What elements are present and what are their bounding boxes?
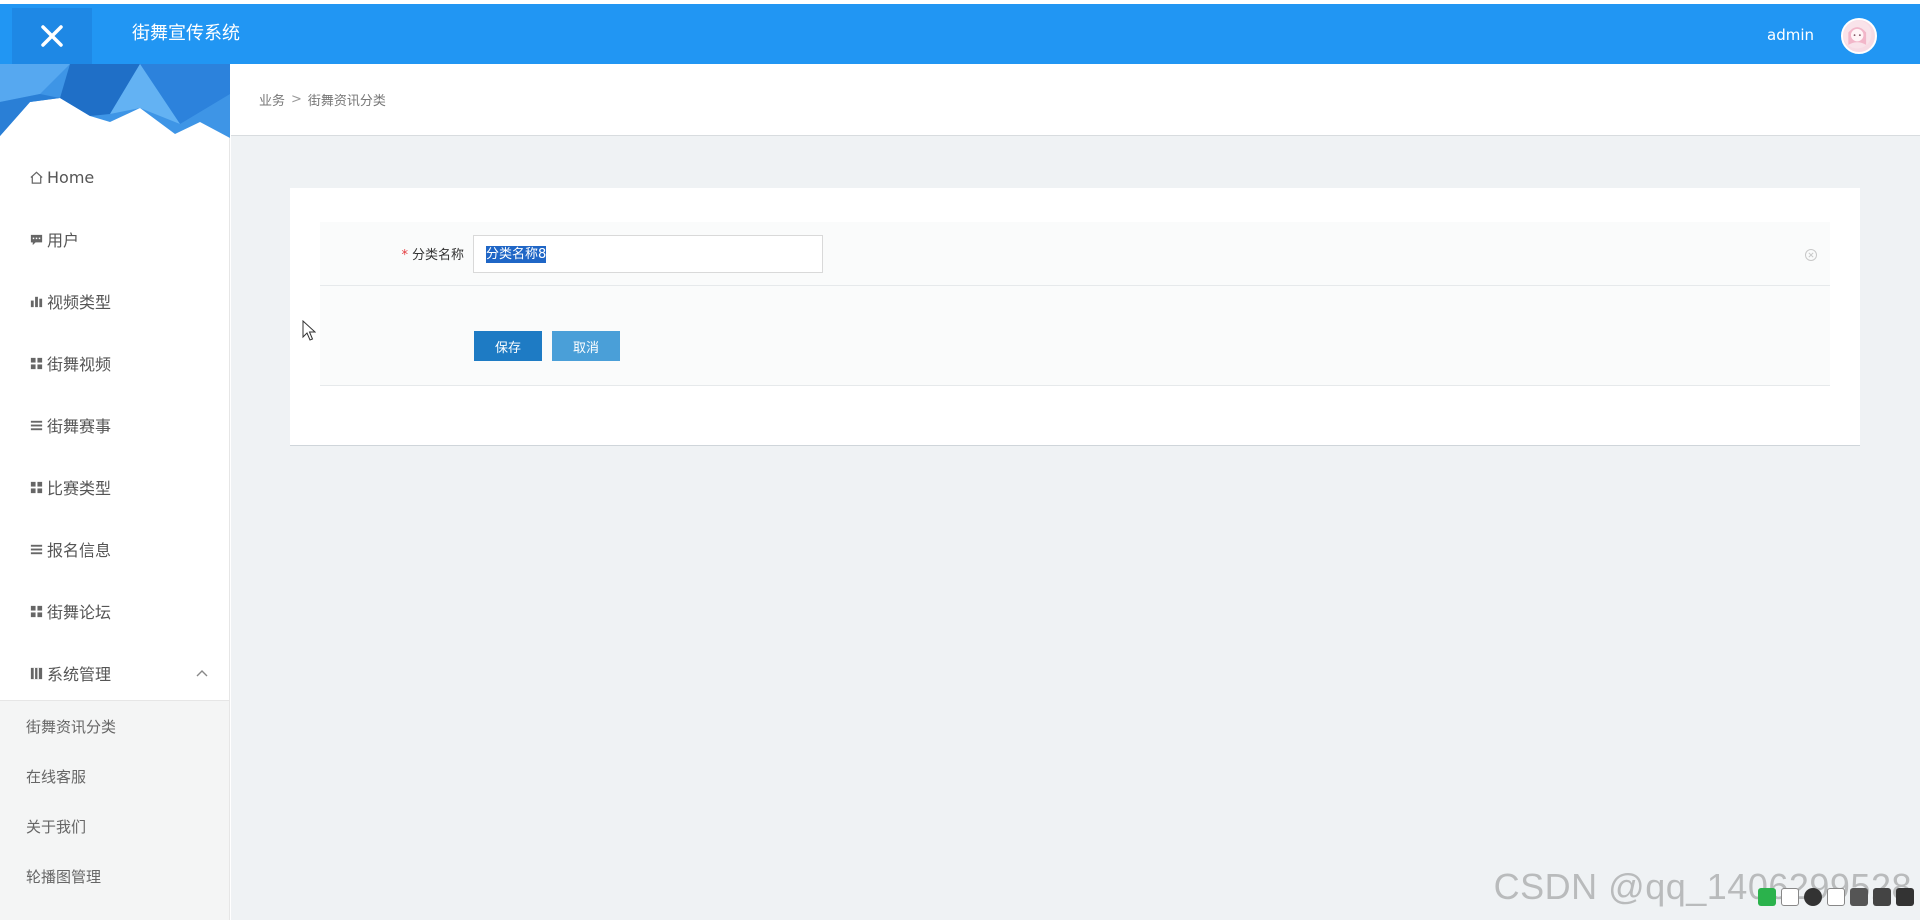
- category-name-input[interactable]: 分类名称8: [473, 235, 823, 273]
- close-icon: [41, 25, 63, 47]
- sidebar-item-match-type[interactable]: 比赛类型: [0, 456, 229, 518]
- submenu-item-news-category[interactable]: 街舞资讯分类: [0, 701, 229, 751]
- category-name-label-text: 分类名称: [411, 248, 464, 263]
- clear-icon[interactable]: [1804, 248, 1818, 262]
- book-icon: [28, 665, 44, 681]
- sidebar-item-label: 用户: [47, 231, 80, 250]
- form-row-category-name: * 分类名称 分类名称8: [320, 222, 1830, 286]
- input-method-icon[interactable]: [1758, 888, 1776, 906]
- sidebar-item-label: 比赛类型: [47, 479, 112, 498]
- breadcrumb-separator: >: [291, 92, 302, 107]
- grid-icon: [28, 355, 44, 371]
- mouse-cursor-icon: [302, 320, 316, 341]
- sidebar-item-user[interactable]: 用户: [0, 208, 229, 270]
- submenu-item-about-us[interactable]: 关于我们: [0, 801, 229, 851]
- chinese-input-icon[interactable]: [1781, 888, 1799, 906]
- shirt-icon[interactable]: [1873, 888, 1891, 906]
- sidebar: Home 用户 视频类型 街舞视频 街舞赛事 比赛类型 报名信息 街舞论坛 系统…: [0, 64, 230, 920]
- bar-chart-icon: [28, 293, 44, 309]
- category-name-label: * 分类名称: [320, 244, 464, 263]
- sidebar-item-dance-video[interactable]: 街舞视频: [0, 332, 229, 394]
- sidebar-menu: Home 用户 视频类型 街舞视频 街舞赛事 比赛类型 报名信息 街舞论坛 系统…: [0, 146, 229, 704]
- breadcrumb: 业务 > 街舞资讯分类: [231, 64, 1920, 136]
- avatar[interactable]: [1841, 18, 1877, 54]
- sidebar-item-label: 街舞视频: [47, 355, 112, 374]
- sidebar-item-label: 系统管理: [47, 665, 112, 684]
- system-submenu: 街舞资讯分类 在线客服 关于我们 轮播图管理: [0, 700, 229, 920]
- submenu-item-carousel[interactable]: 轮播图管理: [0, 851, 229, 901]
- save-button[interactable]: 保存: [474, 331, 542, 361]
- required-mark: *: [401, 248, 408, 263]
- breadcrumb-parent[interactable]: 业务: [259, 90, 285, 109]
- sidebar-item-label: 报名信息: [47, 541, 112, 560]
- chevron-up-icon[interactable]: [195, 666, 209, 680]
- form-card: * 分类名称 分类名称8 保存 取消: [290, 188, 1860, 446]
- form-actions: 保存 取消: [320, 286, 1830, 386]
- sidebar-item-video-type[interactable]: 视频类型: [0, 270, 229, 332]
- list-icon: [28, 417, 44, 433]
- comment-icon: [28, 231, 44, 247]
- close-sidebar-button[interactable]: [12, 8, 92, 64]
- submenu-item-online-service[interactable]: 在线客服: [0, 751, 229, 801]
- sidebar-item-label: Home: [47, 167, 95, 187]
- sidebar-item-label: 街舞论坛: [47, 603, 112, 622]
- grid-icon: [28, 479, 44, 495]
- sidebar-item-label: 视频类型: [47, 293, 112, 312]
- sidebar-item-home[interactable]: Home: [0, 146, 229, 208]
- grid-icon: [28, 603, 44, 619]
- sidebar-item-system-management[interactable]: 系统管理: [0, 642, 229, 704]
- sidebar-item-label: 街舞赛事: [47, 417, 112, 436]
- sidebar-item-forum[interactable]: 街舞论坛: [0, 580, 229, 642]
- breadcrumb-current: 街舞资讯分类: [307, 94, 386, 109]
- list-icon: [28, 541, 44, 557]
- top-header: 街舞宣传系统 admin: [0, 0, 1920, 64]
- moon-icon[interactable]: [1804, 888, 1822, 906]
- category-name-value: 分类名称8: [486, 245, 547, 263]
- sidebar-banner: [0, 64, 230, 138]
- keyboard-icon[interactable]: [1850, 888, 1868, 906]
- home-icon: [28, 169, 44, 185]
- user-name[interactable]: admin: [1767, 25, 1814, 45]
- cancel-button[interactable]: 取消: [552, 331, 620, 361]
- sidebar-item-signup-info[interactable]: 报名信息: [0, 518, 229, 580]
- sidebar-item-dance-event[interactable]: 街舞赛事: [0, 394, 229, 456]
- app-title: 街舞宣传系统: [132, 23, 240, 44]
- main-content: 业务 > 街舞资讯分类 * 分类名称 分类名称8 保存 取消: [231, 64, 1920, 920]
- punctuation-icon[interactable]: [1827, 888, 1845, 906]
- system-tray: [1758, 884, 1914, 910]
- toolbox-icon[interactable]: [1896, 888, 1914, 906]
